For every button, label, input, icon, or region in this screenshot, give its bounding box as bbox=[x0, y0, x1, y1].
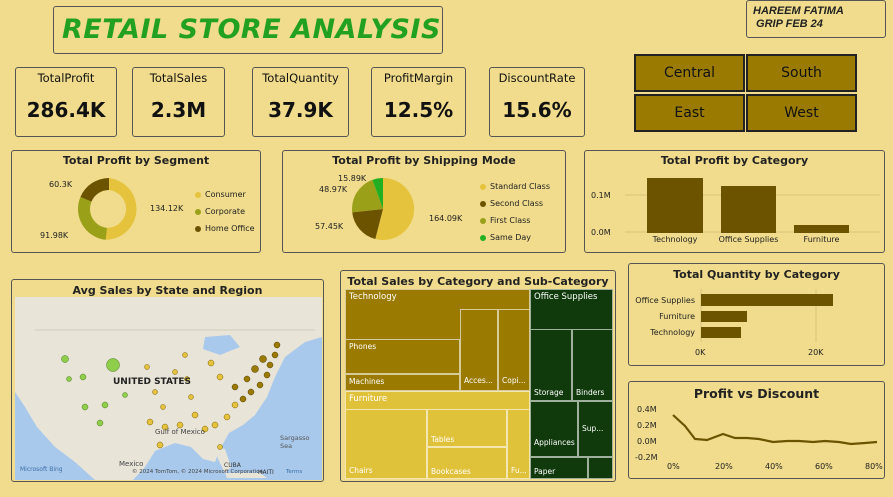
treemap-tile-binders[interactable]: Binders bbox=[572, 329, 613, 401]
author-box: HAREEM FATIMA GRIP FEB 24 bbox=[746, 0, 886, 38]
chart-title: Total Sales by Category and Sub-Category bbox=[347, 275, 609, 288]
bar-furniture bbox=[794, 225, 849, 233]
treemap-tile-machines[interactable]: Machines bbox=[345, 374, 460, 391]
treemap-tile-bookcases[interactable]: Bookcases bbox=[427, 447, 507, 479]
treemap-tile-other[interactable] bbox=[588, 457, 613, 479]
dashboard-title: RETAIL STORE ANALYSIS bbox=[62, 14, 441, 45]
kpi-value: 2.3M bbox=[150, 98, 207, 122]
category-profit-chart-card[interactable]: Total Profit by Category 0.1M 0.0M Techn… bbox=[584, 150, 885, 253]
kpi-card-profit-margin: ProfitMargin 12.5% bbox=[371, 67, 466, 137]
legend-item-first-class: First Class bbox=[480, 216, 530, 225]
treemap-card[interactable]: Total Sales by Category and Sub-Category… bbox=[340, 270, 616, 482]
donut-slice-corporate bbox=[77, 197, 107, 240]
kpi-label: TotalSales bbox=[149, 71, 208, 85]
x-tick-label: 60% bbox=[815, 462, 833, 471]
treemap-tile-paper[interactable]: Paper bbox=[530, 457, 588, 479]
bar-technology bbox=[701, 327, 741, 338]
treemap[interactable]: Technology Phones Machines Acces... Copi… bbox=[345, 289, 613, 479]
kpi-label: DiscountRate bbox=[498, 71, 576, 85]
title-banner: RETAIL STORE ANALYSIS bbox=[53, 6, 443, 54]
treemap-tile-copiers[interactable]: Copi... bbox=[498, 309, 530, 391]
bar-office-supplies bbox=[721, 186, 776, 233]
donut-slice-consumer bbox=[105, 178, 137, 240]
region-button-west[interactable]: West bbox=[746, 94, 857, 132]
x-tick-label: 0% bbox=[667, 462, 680, 471]
treemap-tile-accessories[interactable]: Acces... bbox=[460, 309, 498, 391]
data-label: 91.98K bbox=[40, 231, 69, 240]
legend-item-corporate: Corporate bbox=[195, 207, 245, 216]
author-name: HAREEM FATIMA bbox=[753, 5, 844, 17]
treemap-tile-supplies[interactable]: Sup... bbox=[578, 401, 613, 457]
profit-line bbox=[672, 414, 878, 446]
map-label-mexico-gulf: Gulf of Mexico bbox=[155, 428, 205, 436]
bar-furniture bbox=[701, 311, 747, 322]
treemap-tile-storage[interactable]: Storage bbox=[530, 329, 572, 401]
legend-item-second-class: Second Class bbox=[480, 199, 543, 208]
data-label: 57.45K bbox=[315, 222, 344, 231]
kpi-value: 37.9K bbox=[268, 98, 333, 122]
treemap-tile-furnishings[interactable]: Fu... bbox=[507, 409, 530, 479]
data-label: 134.12K bbox=[150, 204, 184, 213]
legend-item-standard-class: Standard Class bbox=[480, 182, 550, 191]
map-terms-link[interactable]: Terms bbox=[286, 469, 302, 475]
kpi-card-total-profit: TotalProfit 286.4K bbox=[15, 67, 117, 137]
treemap-tile-phones[interactable]: Phones bbox=[345, 339, 460, 374]
region-button-east[interactable]: East bbox=[634, 94, 745, 132]
segment-chart-card[interactable]: Total Profit by Segment 60.3K 134.12K 91… bbox=[11, 150, 261, 253]
region-button-central[interactable]: Central bbox=[634, 54, 745, 92]
region-button-south[interactable]: South bbox=[746, 54, 857, 92]
map-label-cuba: CUBA bbox=[224, 462, 241, 469]
x-tick-label: 0K bbox=[695, 348, 706, 357]
bar-office-supplies bbox=[701, 294, 833, 306]
us-map[interactable] bbox=[15, 297, 322, 480]
data-label: 15.89K bbox=[338, 174, 367, 183]
map-label-sea: Sargasso Sea bbox=[280, 434, 310, 450]
x-tick-label: Technology bbox=[652, 235, 698, 244]
kpi-label: TotalProfit bbox=[37, 71, 95, 85]
treemap-tile-chairs[interactable]: Chairs bbox=[345, 409, 427, 479]
x-tick-label: 40% bbox=[765, 462, 783, 471]
donut-slice-home-office bbox=[80, 178, 109, 202]
map-label-mexico: Mexico bbox=[119, 460, 144, 468]
x-tick-label: Furniture bbox=[803, 235, 840, 244]
author-subtitle: GRIP FEB 24 bbox=[753, 18, 823, 30]
discount-chart-card[interactable]: Profit vs Discount 0.4M 0.2M 0.0M -0.2M … bbox=[628, 381, 885, 479]
shipping-chart-card[interactable]: Total Profit by Shipping Mode 15.89K 48.… bbox=[282, 150, 566, 253]
kpi-card-total-quantity: TotalQuantity 37.9K bbox=[252, 67, 349, 137]
map-credit: © 2024 TomTom, © 2024 Microsoft Corporat… bbox=[132, 469, 264, 475]
bing-logo: Microsoft Bing bbox=[20, 466, 63, 473]
treemap-tile-appliances[interactable]: Appliances bbox=[530, 401, 578, 457]
kpi-card-total-sales: TotalSales 2.3M bbox=[132, 67, 225, 137]
data-label: 164.09K bbox=[429, 214, 463, 223]
bar-technology bbox=[647, 178, 703, 233]
kpi-label: ProfitMargin bbox=[383, 71, 454, 85]
kpi-card-discount-rate: DiscountRate 15.6% bbox=[489, 67, 585, 137]
x-tick-label: 20K bbox=[808, 348, 824, 357]
quantity-chart-card[interactable]: Total Quantity by Category Office Suppli… bbox=[628, 263, 885, 366]
x-tick-label: Office Supplies bbox=[718, 235, 779, 244]
map-label-country: UNITED STATES bbox=[113, 377, 192, 387]
x-tick-label: 80% bbox=[865, 462, 883, 471]
treemap-tile-tables[interactable]: Tables bbox=[427, 409, 507, 447]
legend-item-home-office: Home Office bbox=[195, 224, 255, 233]
x-tick-label: 20% bbox=[715, 462, 733, 471]
map-card[interactable]: Avg Sales by State and Region UNITED STA… bbox=[11, 279, 324, 482]
quantity-bars[interactable] bbox=[629, 264, 886, 367]
kpi-value: 12.5% bbox=[383, 98, 454, 122]
chart-title: Avg Sales by State and Region bbox=[72, 284, 263, 297]
legend-item-consumer: Consumer bbox=[195, 190, 246, 199]
kpi-label: TotalQuantity bbox=[262, 71, 339, 85]
data-label: 48.97K bbox=[319, 185, 348, 194]
kpi-value: 286.4K bbox=[26, 98, 106, 122]
legend-item-same-day: Same Day bbox=[480, 233, 531, 242]
data-label: 60.3K bbox=[49, 180, 73, 189]
kpi-value: 15.6% bbox=[502, 98, 572, 122]
